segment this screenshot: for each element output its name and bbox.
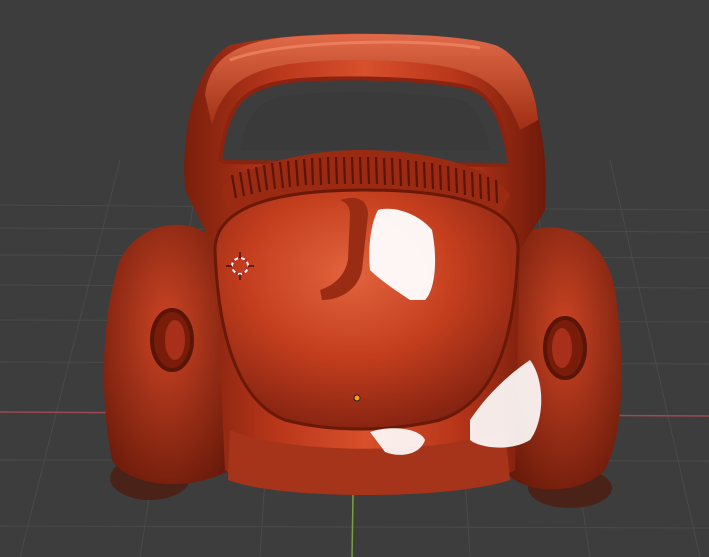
- car-model: [103, 33, 622, 508]
- y-axis-line: [351, 494, 354, 557]
- 3d-viewport[interactable]: [0, 0, 709, 557]
- object-origin: [353, 394, 361, 402]
- viewport-canvas: [0, 33, 709, 557]
